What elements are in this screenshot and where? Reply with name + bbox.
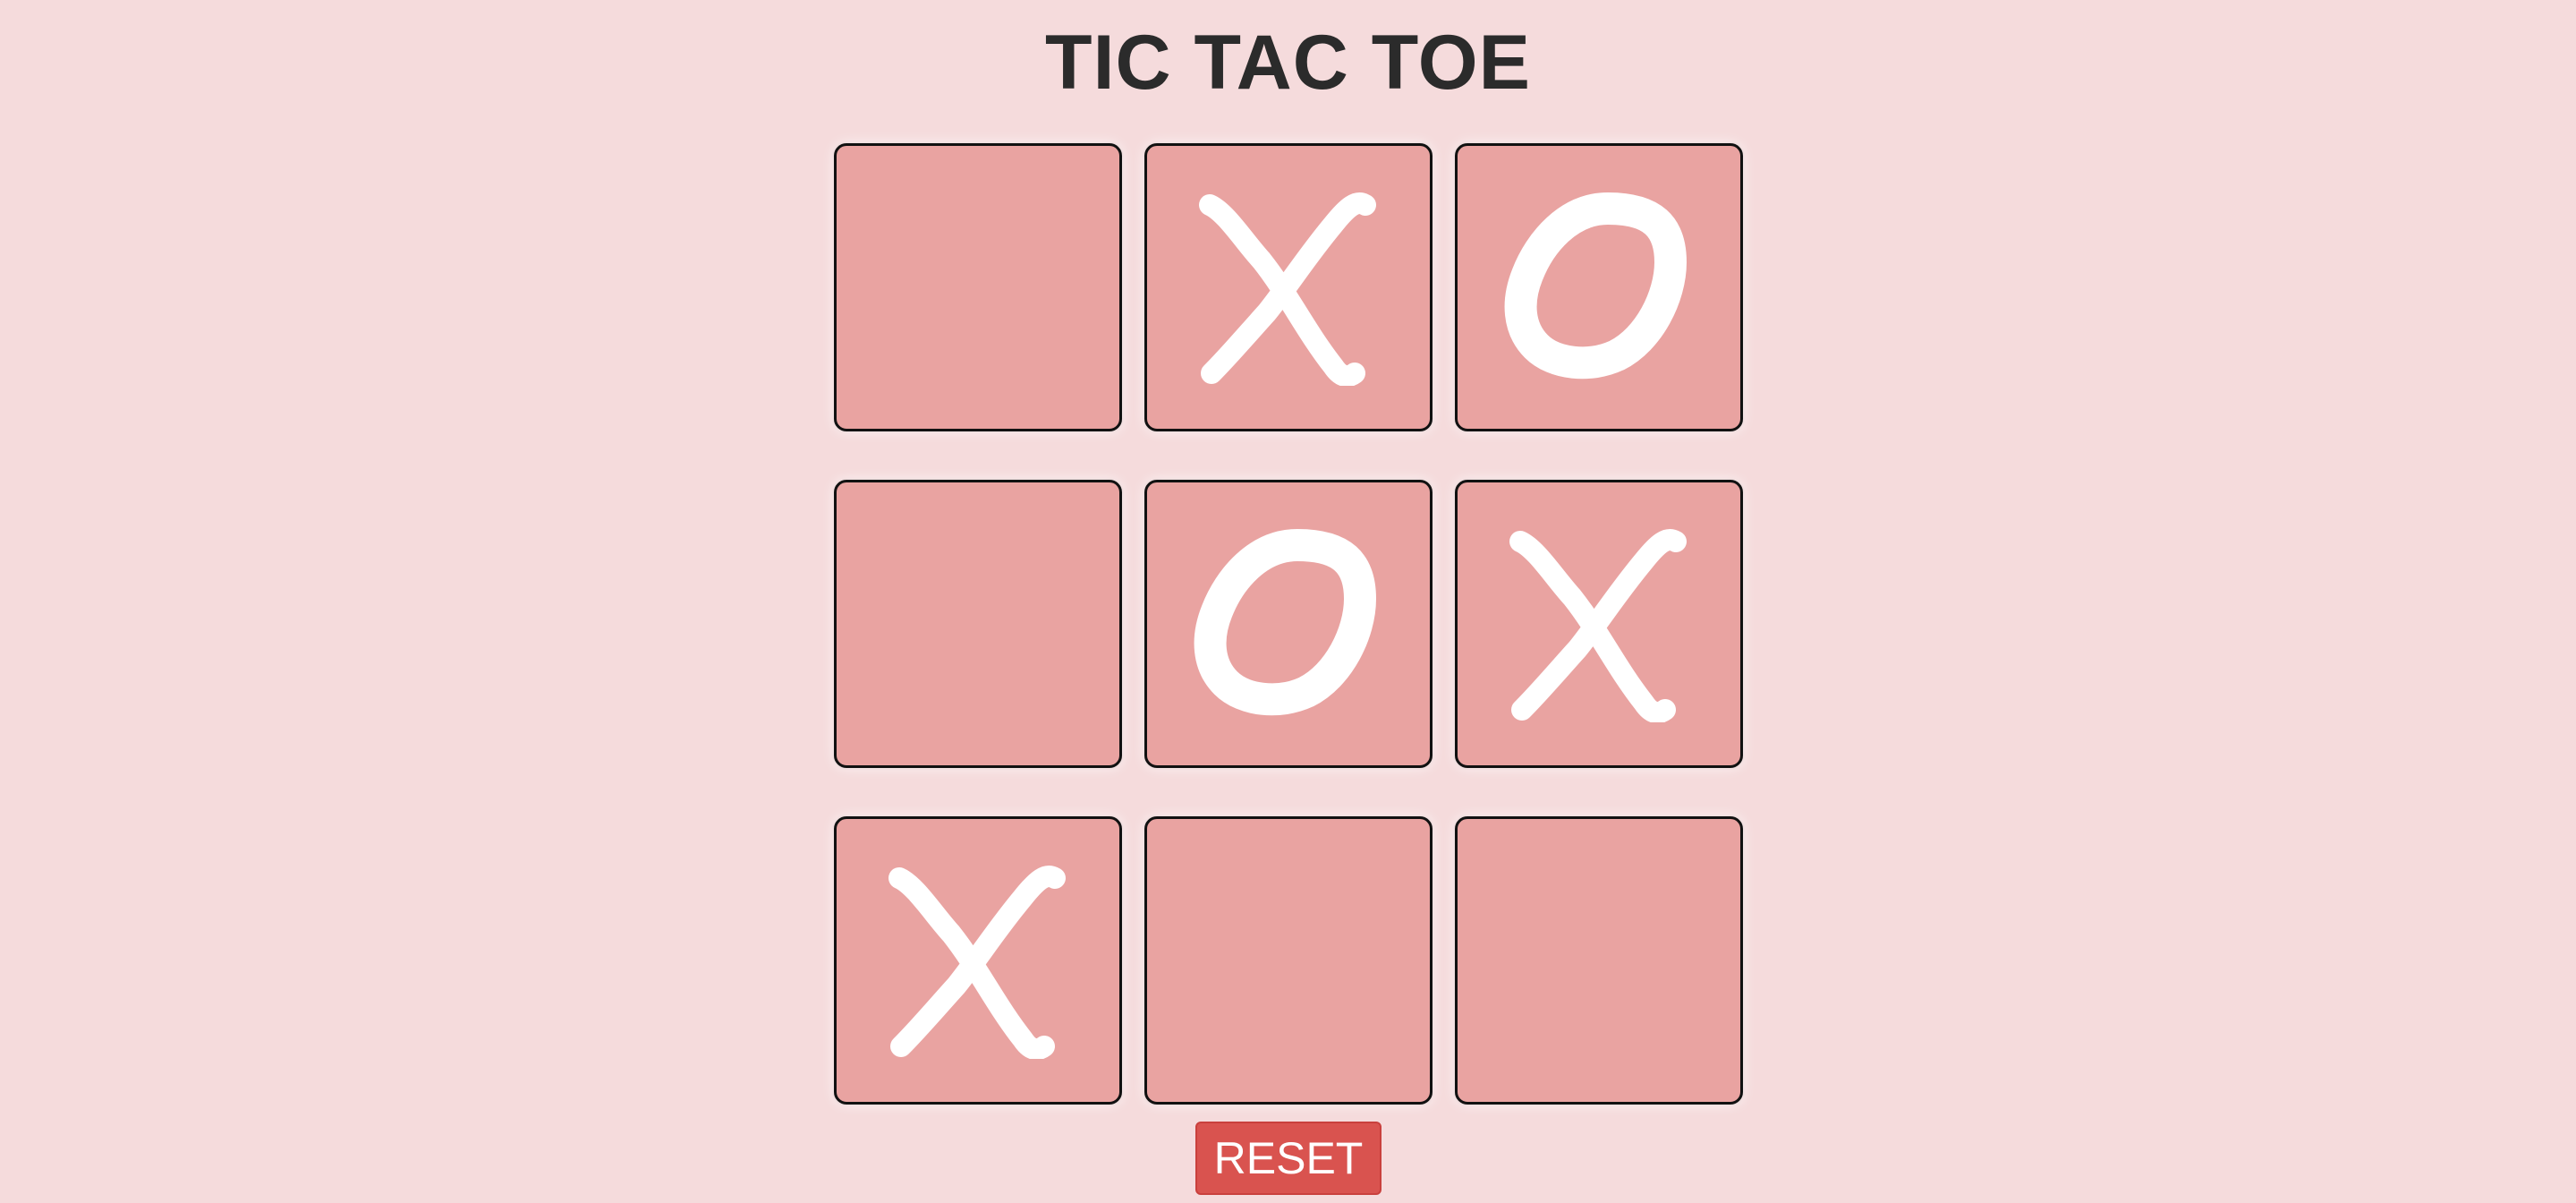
x-mark-icon [1199, 192, 1376, 386]
game-board [834, 143, 1743, 1106]
x-mark-icon [1509, 529, 1687, 722]
cell-3[interactable] [834, 480, 1122, 768]
cell-2[interactable] [1455, 143, 1743, 431]
cell-6[interactable] [834, 816, 1122, 1105]
cell-8[interactable] [1455, 816, 1743, 1105]
o-mark-icon [1504, 192, 1687, 380]
cell-4[interactable] [1144, 480, 1433, 768]
o-mark-icon [1194, 529, 1376, 716]
reset-button[interactable]: RESET [1195, 1122, 1382, 1195]
cell-5[interactable] [1455, 480, 1743, 768]
game-page: TIC TAC TOE RESET [0, 0, 2576, 1203]
cell-1[interactable] [1144, 143, 1433, 431]
game-title: TIC TAC TOE [1045, 20, 1531, 106]
cell-7[interactable] [1144, 816, 1433, 1105]
x-mark-icon [888, 866, 1066, 1059]
cell-0[interactable] [834, 143, 1122, 431]
